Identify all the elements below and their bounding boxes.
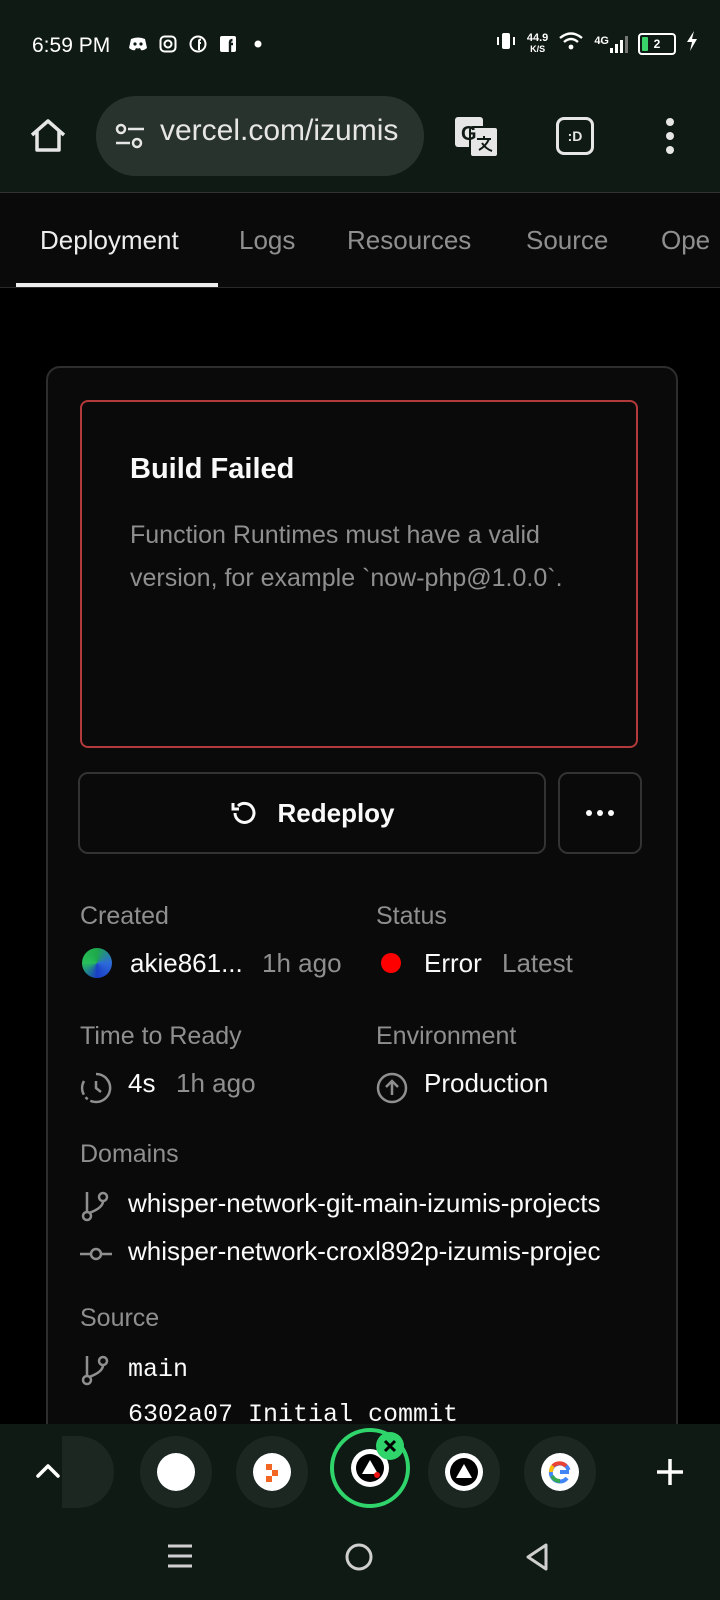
notification-icons [128, 34, 268, 54]
browser-menu-button[interactable] [660, 116, 680, 156]
created-time: 1h ago [262, 948, 342, 978]
translate-button[interactable]: G [454, 116, 500, 158]
network-speed-unit: K/S [530, 43, 546, 54]
error-title: Build Failed [130, 453, 295, 485]
google-icon [541, 1453, 579, 1491]
back-triangle-icon [526, 1543, 548, 1571]
status-value: Error [424, 948, 482, 978]
home-nav-button[interactable] [344, 1542, 374, 1577]
network-speed: 44.9 K/S [526, 31, 549, 55]
more-vertical-icon [666, 118, 674, 154]
environment-value: Production [424, 1068, 549, 1098]
home-button[interactable] [26, 114, 70, 158]
tab-thumbnail[interactable] [140, 1436, 212, 1508]
home-icon [30, 119, 66, 152]
clock-icon [80, 1072, 112, 1109]
tab-logs[interactable]: Logs [239, 193, 295, 287]
new-tab-button[interactable] [654, 1456, 686, 1493]
domain-link[interactable]: whisper-network-croxl892p-izumis-projec [128, 1236, 674, 1267]
network-type: 4G [594, 34, 609, 47]
avatar [82, 948, 112, 978]
tab-open-graph[interactable]: Ope [661, 193, 710, 287]
more-notifications-dot-icon [248, 34, 268, 54]
redeploy-button[interactable]: Redeploy [78, 772, 546, 854]
tab-switcher-button[interactable]: :D [556, 117, 594, 155]
back-nav-button[interactable] [524, 1542, 552, 1577]
discord-icon [128, 34, 148, 54]
instagram-icon [158, 34, 178, 54]
error-status-dot [381, 953, 401, 973]
source-branch[interactable]: main [128, 1355, 188, 1384]
time-to-ready-label: Time to Ready [80, 1022, 242, 1050]
site-settings-icon[interactable] [114, 122, 146, 150]
redeploy-label: Redeploy [277, 797, 395, 828]
blank-page-icon [157, 1453, 195, 1491]
wifi-icon [558, 31, 584, 56]
battery-level: 2 [653, 36, 661, 51]
site-favicon-icon [253, 1453, 291, 1491]
url-text[interactable]: vercel.com/izumis [160, 114, 408, 148]
environment-label: Environment [376, 1022, 517, 1050]
created-label: Created [80, 902, 169, 930]
facebook-icon [188, 34, 208, 54]
branch-icon [80, 1190, 110, 1227]
more-horizontal-icon [586, 810, 614, 816]
tab-thumbnail[interactable] [236, 1436, 308, 1508]
status-time: 6:59 PM [32, 34, 111, 57]
vercel-icon [445, 1453, 483, 1491]
signal-icon: 4G [594, 35, 628, 53]
recent-apps-button[interactable] [166, 1542, 194, 1575]
ready-value: 4s [128, 1068, 156, 1098]
tab-resources[interactable]: Resources [347, 193, 471, 287]
tab-source[interactable]: Source [526, 193, 608, 287]
battery-icon: 2 [638, 32, 676, 55]
branch-icon [80, 1354, 110, 1391]
close-tab-button[interactable] [376, 1432, 404, 1460]
svg-text:G: G [461, 123, 477, 145]
source-label: Source [80, 1304, 160, 1332]
system-indicators: 44.9 K/S 4G 2 [495, 30, 698, 57]
commit-icon [80, 1246, 112, 1267]
production-icon [376, 1072, 408, 1109]
active-tab-indicator [16, 283, 218, 287]
charging-icon [686, 31, 698, 56]
tab-thumbnail[interactable] [524, 1436, 596, 1508]
error-message: Function Runtimes must have a valid vers… [130, 521, 563, 592]
deployment-tabs: Deployment Logs Resources Source Ope [0, 193, 720, 288]
ready-time: 1h ago [176, 1068, 256, 1098]
vibrate-icon [495, 30, 517, 57]
tab-thumbnail[interactable] [428, 1436, 500, 1508]
domains-label: Domains [80, 1140, 179, 1168]
expand-tabs-button[interactable] [30, 1456, 66, 1491]
chevron-up-icon [36, 1464, 60, 1478]
tab-deployment[interactable]: Deployment [40, 193, 179, 287]
more-actions-button[interactable] [558, 772, 642, 854]
translate-icon: G [455, 117, 499, 158]
created-user[interactable]: akie861... [130, 948, 243, 979]
domain-link[interactable]: whisper-network-git-main-izumis-projects [128, 1188, 674, 1219]
status-tag: Latest [502, 948, 573, 978]
close-icon [383, 1439, 397, 1453]
facebook-square-icon [218, 34, 238, 54]
network-speed-value: 44.9 [526, 31, 549, 44]
circle-home-icon [345, 1543, 373, 1571]
redeploy-icon [231, 801, 256, 824]
menu-icon [168, 1544, 192, 1568]
plus-icon [657, 1459, 683, 1485]
status-label: Status [376, 902, 447, 930]
